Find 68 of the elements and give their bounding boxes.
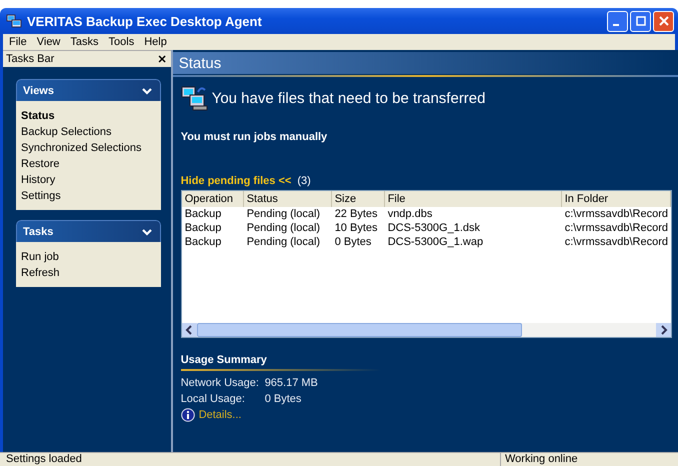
table-cell-text: DCS-5300G_1.dsk bbox=[386, 222, 482, 234]
horizontal-scrollbar[interactable] bbox=[182, 323, 671, 337]
card-header[interactable]: Views bbox=[16, 79, 161, 101]
menu-item[interactable]: Tools bbox=[108, 36, 134, 48]
arrow-right-icon bbox=[660, 325, 668, 335]
table-cell-text: 10 Bytes bbox=[334, 222, 378, 234]
table-cell-text: c:\vrmssavdb\Record bbox=[564, 222, 669, 234]
scrollbar-thumb[interactable] bbox=[196, 323, 522, 337]
sidebar-item[interactable]: Status bbox=[21, 108, 156, 124]
scroll-right-button[interactable] bbox=[656, 323, 671, 337]
table-cell-text: c:\vrmssavdb\Record bbox=[564, 208, 669, 220]
maximize-button[interactable] bbox=[630, 10, 651, 32]
table-cell-text: 22 Bytes bbox=[334, 208, 378, 220]
usage-label: Network Usage: bbox=[180, 376, 260, 391]
column-header[interactable]: File bbox=[384, 191, 562, 207]
scroll-left-button[interactable] bbox=[182, 323, 197, 337]
table-cell-text: Pending (local) bbox=[246, 236, 322, 248]
page-title: Status bbox=[178, 54, 222, 72]
table-cell-text: Pending (local) bbox=[246, 222, 322, 234]
table-cell-text: DCS-5300G_1.wap bbox=[386, 236, 484, 248]
hide-pending-link[interactable]: Hide pending files << bbox=[180, 175, 292, 187]
info-icon bbox=[180, 408, 195, 422]
sidebar-item[interactable]: Restore bbox=[21, 156, 156, 172]
computers-icon bbox=[180, 85, 209, 111]
table-cell-text: vndp.dbs bbox=[386, 208, 434, 220]
sidebar-item[interactable]: Synchronized Selections bbox=[21, 140, 156, 156]
sidebar-item[interactable]: Settings bbox=[21, 188, 156, 204]
table-cell-text: Pending (local) bbox=[246, 208, 322, 220]
column-header[interactable]: In Folder bbox=[562, 191, 671, 207]
menu-item[interactable]: Help bbox=[144, 36, 167, 48]
status-headline: You have files that need to be transferred bbox=[212, 90, 486, 106]
card-title: Tasks bbox=[23, 226, 54, 238]
status-text: Working online bbox=[504, 453, 578, 466]
card-header[interactable]: Tasks bbox=[16, 220, 161, 242]
sidebar-item[interactable]: Backup Selections bbox=[21, 124, 156, 140]
table-cell-text: c:\vrmssavdb\Record bbox=[564, 236, 669, 248]
sidebar-item[interactable]: Run job bbox=[21, 249, 156, 265]
usage-value: 965.17 MB bbox=[264, 376, 318, 391]
minimize-icon bbox=[613, 24, 619, 26]
column-header[interactable]: Status bbox=[244, 191, 332, 207]
menu-item[interactable]: File bbox=[9, 36, 27, 48]
close-button[interactable] bbox=[653, 10, 674, 32]
column-header[interactable]: Size bbox=[332, 191, 385, 207]
minimize-button[interactable] bbox=[607, 10, 628, 32]
close-button[interactable]: ✕ bbox=[158, 52, 167, 66]
menu-item[interactable]: Tasks bbox=[70, 36, 99, 48]
table-cell-text: Backup bbox=[184, 222, 222, 234]
sidebar-item[interactable]: Refresh bbox=[21, 265, 156, 281]
menu-item[interactable]: View bbox=[36, 36, 60, 48]
table-cell-text: Backup bbox=[184, 208, 222, 220]
column-header[interactable]: Operation bbox=[182, 191, 244, 207]
computers-icon bbox=[6, 14, 22, 28]
maximize-icon bbox=[636, 16, 646, 26]
usage-value: 0 Bytes bbox=[264, 392, 302, 407]
section-title: Usage Summary bbox=[180, 354, 268, 366]
details-link[interactable]: Details... bbox=[198, 407, 242, 423]
close-icon bbox=[658, 16, 668, 26]
usage-label: Local Usage: bbox=[180, 392, 246, 407]
tasks-bar-title: Tasks Bar bbox=[6, 53, 54, 65]
card-title: Views bbox=[23, 84, 54, 96]
window-title: VERITAS Backup Exec Desktop Agent bbox=[27, 14, 263, 28]
status-message: You must run jobs manually bbox=[180, 130, 328, 143]
table-cell-text: Backup bbox=[184, 236, 222, 248]
arrow-left-icon bbox=[185, 325, 194, 335]
status-text: Settings loaded bbox=[0, 453, 501, 466]
pending-count: (3) bbox=[297, 175, 311, 187]
sidebar-item[interactable]: History bbox=[21, 172, 156, 188]
table-cell-text: 0 Bytes bbox=[334, 236, 372, 248]
